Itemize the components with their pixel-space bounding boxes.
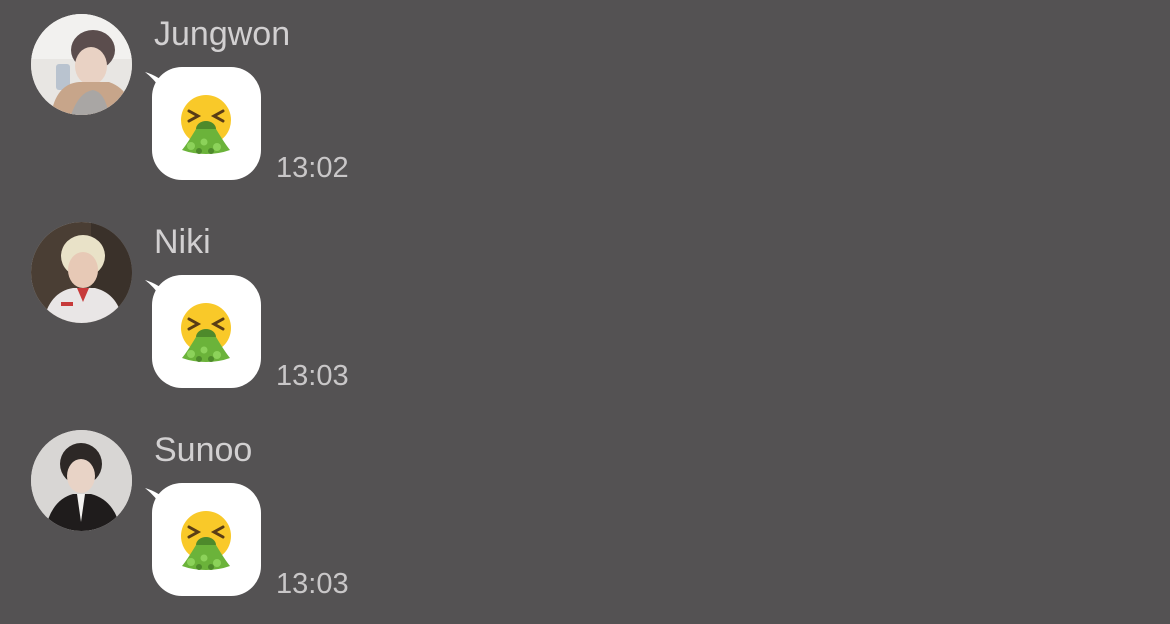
message-bubble[interactable] [152,275,261,388]
chat-message: Niki 13:03 [0,208,1170,416]
sender-name: Jungwon [154,15,291,53]
sender-avatar[interactable] [31,14,132,115]
profile-photo-icon [31,222,132,323]
vomiting-face-emoji-icon [177,94,235,156]
profile-photo-icon [31,430,132,531]
message-bubble[interactable] [152,483,261,596]
sender-avatar[interactable] [31,430,132,531]
chat-message: Sunoo 13:03 [0,416,1170,624]
sender-name: Sunoo [154,431,253,469]
sender-name: Niki [154,223,211,261]
vomiting-face-emoji-icon [177,510,235,572]
chat-message: Jungwon 13:02 [0,0,1170,208]
message-bubble[interactable] [152,67,261,180]
message-time: 13:03 [276,360,349,392]
message-time: 13:03 [276,568,349,600]
vomiting-face-emoji-icon [177,302,235,364]
message-time: 13:02 [276,152,349,184]
sender-avatar[interactable] [31,222,132,323]
profile-photo-icon [31,14,132,115]
